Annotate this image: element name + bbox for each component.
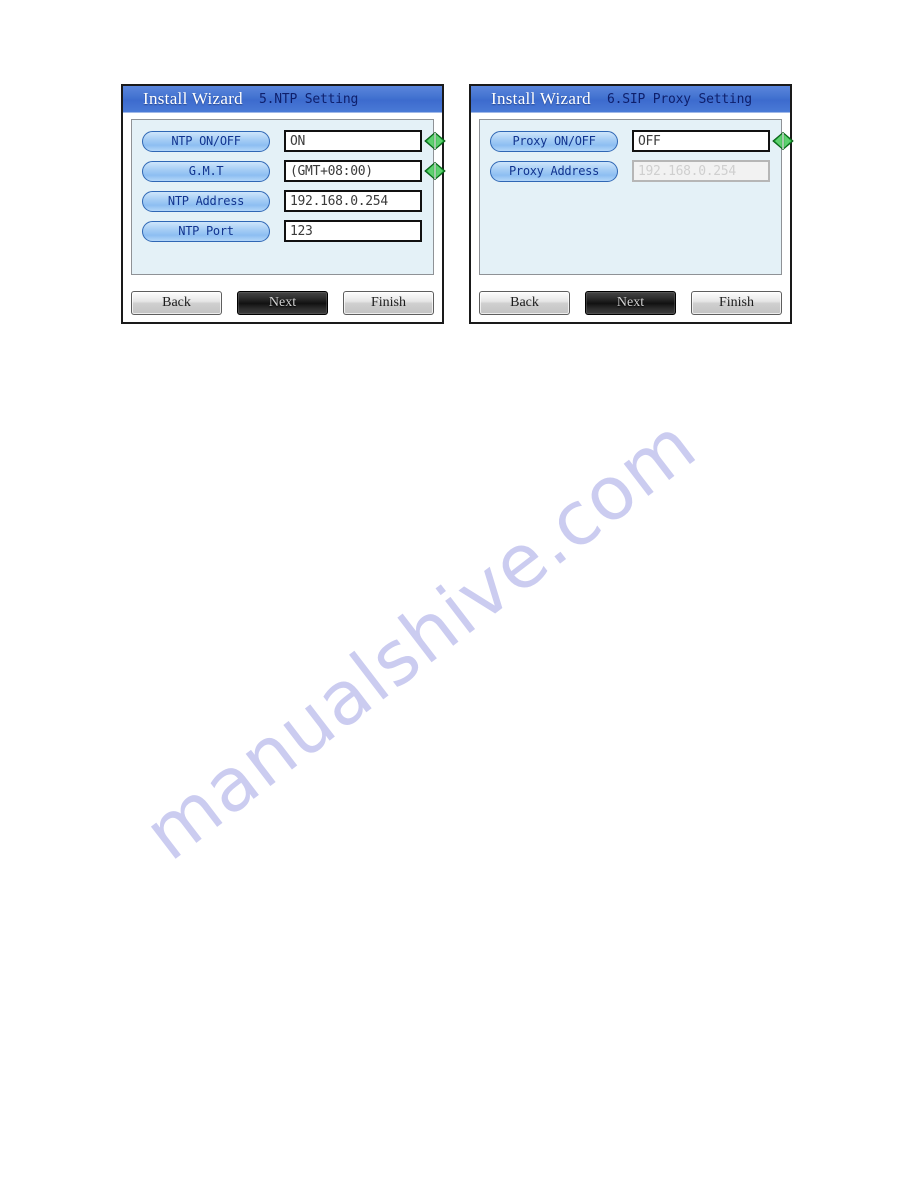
field-label-proxy-address: Proxy Address (490, 160, 618, 182)
field-input-ntp-port[interactable]: 123 (284, 220, 422, 242)
field-input-proxy-onoff[interactable]: OFF (632, 130, 770, 152)
watermark-text: manualshive.com (128, 401, 712, 878)
install-wizard-window-ntp: Install Wizard 5.NTP Setting NTP ON/OFF … (121, 84, 446, 324)
field-value-text: 192.168.0.254 (290, 193, 388, 209)
field-input-proxy-address[interactable]: 192.168.0.254 (632, 160, 770, 182)
titlebar-ntp: Install Wizard 5.NTP Setting (123, 86, 442, 115)
left-right-arrow-icon[interactable] (772, 131, 794, 151)
field-label-text: NTP ON/OFF (171, 134, 241, 148)
field-value-text: OFF (638, 133, 661, 149)
back-button-label: Back (162, 295, 191, 310)
device-body-ntp: NTP ON/OFF ON G.M.T (GMT+08:00) NTP Addr… (123, 113, 446, 322)
finish-button[interactable]: Finish (343, 291, 434, 315)
form-row-proxy-address: Proxy Address 192.168.0.254 (490, 159, 771, 183)
left-right-arrow-icon[interactable] (424, 131, 446, 151)
window-title-step: 5.NTP Setting (258, 91, 359, 107)
spinner-placeholder (424, 191, 446, 211)
finish-button[interactable]: Finish (691, 291, 782, 315)
field-input-ntp-address[interactable]: 192.168.0.254 (284, 190, 422, 212)
field-label-gmt: G.M.T (142, 160, 270, 182)
left-right-arrow-icon[interactable] (424, 161, 446, 181)
titlebar-sip-proxy: Install Wizard 6.SIP Proxy Setting (471, 86, 790, 115)
form-row-ntp-port: NTP Port 123 (142, 219, 423, 243)
device-body-sip-proxy: Proxy ON/OFF OFF Proxy Address 192.168.0… (471, 113, 794, 322)
next-button[interactable]: Next (237, 291, 328, 315)
field-label-text: NTP Address (167, 194, 245, 208)
install-wizard-window-sip-proxy: Install Wizard 6.SIP Proxy Setting Proxy… (469, 84, 794, 324)
field-value-text: 123 (290, 223, 313, 239)
spinner-placeholder (772, 161, 794, 181)
finish-button-label: Finish (370, 295, 406, 310)
field-input-ntp-onoff[interactable]: ON (284, 130, 422, 152)
back-button-label: Back (510, 295, 539, 310)
form-panel-sip-proxy: Proxy ON/OFF OFF Proxy Address 192.168.0… (479, 119, 794, 275)
back-button[interactable]: Back (479, 291, 570, 315)
window-title-app: Install Wizard (143, 89, 243, 108)
button-bar-ntp: Back Next Finish (131, 291, 434, 315)
form-panel-ntp: NTP ON/OFF ON G.M.T (GMT+08:00) NTP Addr… (131, 119, 446, 275)
next-button[interactable]: Next (585, 291, 676, 315)
window-title-step: 6.SIP Proxy Setting (606, 91, 752, 107)
finish-button-label: Finish (718, 295, 754, 310)
field-label-text: Proxy Address (508, 164, 600, 178)
field-label-text: NTP Port (178, 224, 234, 238)
field-label-ntp-port: NTP Port (142, 220, 270, 242)
field-value-text: (GMT+08:00) (290, 163, 373, 179)
form-row-gmt: G.M.T (GMT+08:00) (142, 159, 446, 183)
field-label-text: Proxy ON/OFF (512, 134, 596, 148)
form-row-ntp-onoff: NTP ON/OFF ON (142, 129, 446, 153)
form-row-ntp-address: NTP Address 192.168.0.254 (142, 189, 423, 213)
button-bar-sip-proxy: Back Next Finish (479, 291, 782, 315)
field-label-ntp-address: NTP Address (142, 190, 270, 212)
spinner-placeholder (424, 221, 446, 241)
field-label-text: G.M.T (188, 164, 224, 178)
back-button[interactable]: Back (131, 291, 222, 315)
form-row-proxy-onoff: Proxy ON/OFF OFF (490, 129, 794, 153)
window-title-app: Install Wizard (491, 89, 591, 108)
field-label-ntp-onoff: NTP ON/OFF (142, 130, 270, 152)
field-input-gmt[interactable]: (GMT+08:00) (284, 160, 422, 182)
next-button-label: Next (268, 295, 297, 310)
next-button-label: Next (616, 295, 645, 310)
field-value-text: ON (290, 133, 306, 149)
field-value-text: 192.168.0.254 (638, 163, 736, 179)
field-label-proxy-onoff: Proxy ON/OFF (490, 130, 618, 152)
